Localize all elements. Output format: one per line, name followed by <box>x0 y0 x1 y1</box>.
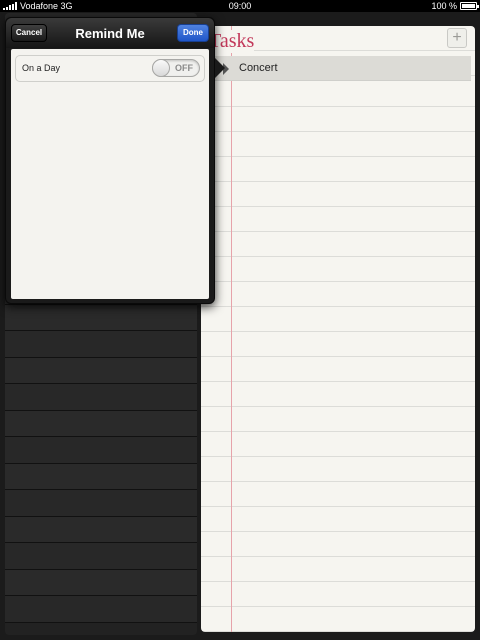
status-right: 100 % <box>431 0 479 12</box>
list-row[interactable] <box>5 357 197 384</box>
popover-arrow <box>215 58 225 78</box>
list-row[interactable] <box>5 516 197 543</box>
list-row[interactable] <box>5 384 197 411</box>
on-a-day-cell: On a Day OFF <box>15 55 205 82</box>
task-row[interactable]: Concert <box>201 56 471 81</box>
task-label: Concert <box>239 62 278 74</box>
status-bar: Vodafone 3G 09:00 100 % <box>0 0 480 12</box>
on-a-day-label: On a Day <box>22 63 61 73</box>
toggle-state-label: OFF <box>175 63 193 73</box>
remind-me-popover: Cancel Remind Me Done On a Day OFF <box>5 17 215 304</box>
tasks-paper: Tasks + Concert <box>201 26 475 632</box>
list-row[interactable] <box>5 410 197 437</box>
list-row[interactable] <box>5 331 197 358</box>
add-task-button[interactable]: + <box>447 28 467 48</box>
battery-percent: 100 % <box>431 1 457 11</box>
plus-icon: + <box>452 29 462 46</box>
list-row[interactable] <box>5 304 197 331</box>
popover-navbar: Cancel Remind Me Done <box>6 18 214 48</box>
list-title: Tasks <box>209 30 255 53</box>
done-button[interactable]: Done <box>177 24 209 42</box>
paper-margin-line <box>231 26 232 632</box>
toggle-knob <box>152 59 170 77</box>
clock: 09:00 <box>228 1 252 11</box>
screen: Vodafone 3G 09:00 100 % Tasks + Concert … <box>0 0 480 640</box>
popover-content: On a Day OFF <box>11 49 209 299</box>
on-a-day-toggle[interactable]: OFF <box>152 59 200 77</box>
list-row[interactable] <box>5 490 197 517</box>
battery-icon <box>460 2 479 10</box>
list-row[interactable] <box>5 463 197 490</box>
list-row[interactable] <box>5 596 197 623</box>
list-row[interactable] <box>5 569 197 596</box>
list-row[interactable] <box>5 543 197 570</box>
list-row[interactable] <box>5 437 197 464</box>
